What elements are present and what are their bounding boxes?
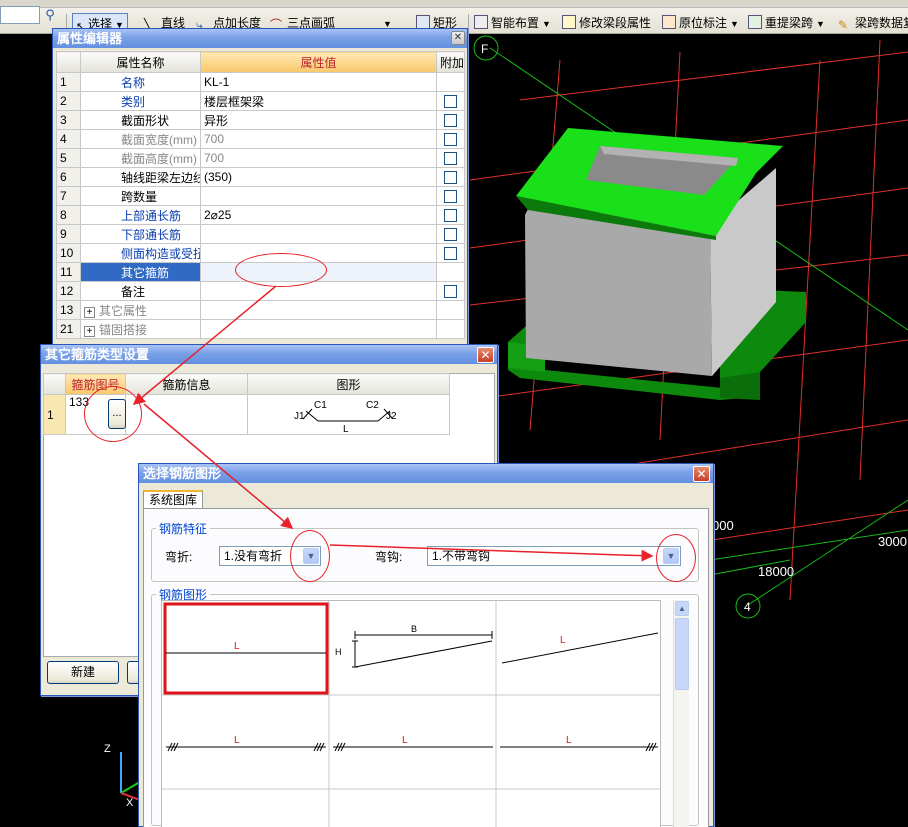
arrow-to-browse: [132, 285, 277, 405]
annotation-arrows: [132, 285, 654, 562]
arrow-to-bend: [143, 403, 294, 529]
arrow-to-hook: [329, 544, 654, 562]
